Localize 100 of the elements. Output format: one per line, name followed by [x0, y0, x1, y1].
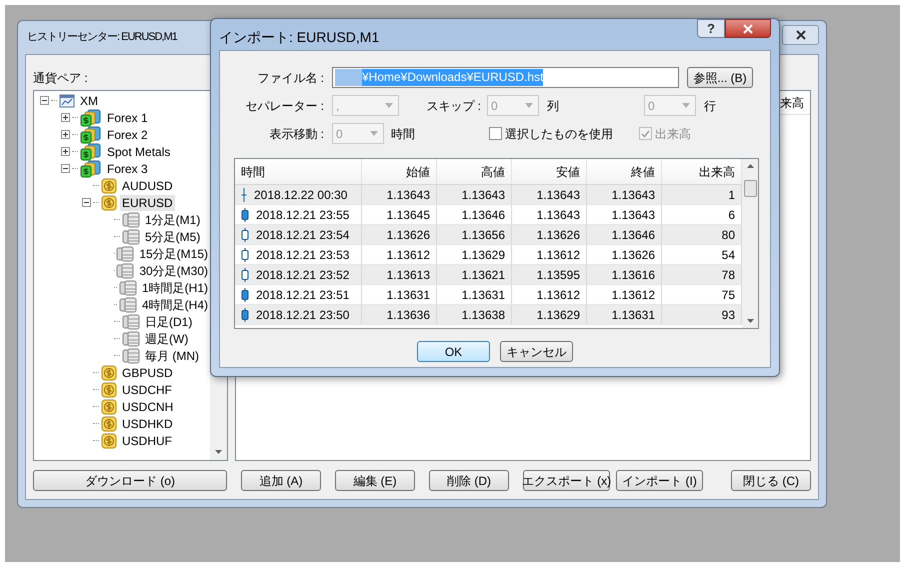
column-header[interactable]: 時間	[235, 159, 362, 184]
table-cell-text: 1.13612	[386, 246, 430, 264]
table-cell-text: 93	[722, 306, 735, 324]
tree-item[interactable]: USDCNH	[120, 398, 176, 414]
scroll-up-icon	[746, 164, 754, 168]
tree-item[interactable]: 30分足(M30)	[137, 262, 210, 278]
scroll-down-icon	[746, 319, 754, 323]
column-header[interactable]: 高値	[437, 159, 512, 184]
checkbox-option[interactable]: 選択したものを使用	[489, 124, 639, 142]
tree-item[interactable]: Forex 2	[105, 126, 150, 142]
collapse-toggle[interactable]	[60, 164, 70, 173]
tree-item[interactable]: 日足(D1)	[143, 314, 194, 330]
database-icon	[122, 314, 140, 330]
column-header[interactable]: 終値	[587, 159, 662, 184]
table-cell-text: 1.13629	[536, 306, 580, 324]
tree-item[interactable]: 1時間足(H1)	[140, 280, 210, 296]
scrollbar[interactable]	[742, 159, 758, 328]
table-cell-text: 1.13643	[612, 206, 655, 224]
scroll-down-icon	[215, 450, 222, 454]
tree-item[interactable]: 15分足(M15)	[137, 246, 210, 262]
table-cell-text: 1.13636	[386, 306, 430, 324]
dollar-coin-icon	[101, 432, 117, 448]
close-icon	[796, 30, 806, 40]
table-cell-text: 1.13645	[386, 206, 430, 224]
tree-item[interactable]: EURUSD	[120, 194, 175, 210]
tree-item[interactable]: AUDUSD	[120, 178, 175, 194]
database-icon	[118, 296, 137, 312]
collapse-toggle[interactable]	[40, 96, 48, 105]
tree-item[interactable]: 毎月 (MN)	[143, 348, 201, 364]
close-icon	[743, 24, 753, 34]
tree-item[interactable]: Spot Metals	[105, 144, 172, 160]
dialog-button[interactable]: キャンセル	[500, 341, 573, 362]
tree-item[interactable]: 5分足(M5)	[143, 228, 202, 244]
tree-label: 通貨ペア :	[33, 70, 88, 87]
column-header[interactable]: 安値	[512, 159, 587, 184]
action-button[interactable]: インポート (I)	[616, 470, 703, 491]
folder-dollar-icon	[80, 160, 102, 178]
table-cell-text: 1.13613	[386, 266, 430, 284]
filled-candle-icon	[241, 208, 249, 222]
collapse-toggle[interactable]	[82, 198, 90, 207]
table-cell-text: 1.13612	[536, 286, 580, 304]
table-cell-text: 1.13631	[386, 286, 430, 304]
table-cell-text: 1.13621	[462, 266, 505, 284]
scrollbar-thumb[interactable]	[744, 180, 756, 197]
action-button[interactable]: ダウンロード (o)	[33, 470, 227, 491]
table-cell-text: 2018.12.21 23:54	[256, 226, 350, 244]
separator-label: セパレーター :	[244, 98, 325, 114]
close-button[interactable]	[725, 19, 771, 38]
column-header[interactable]: 出来高	[662, 159, 742, 184]
dollar-coin-icon	[101, 194, 117, 210]
column-unit-label: 列	[547, 98, 559, 114]
row-unit-label: 行	[704, 98, 716, 114]
table-cell-text: 2018.12.21 23:52	[256, 266, 350, 284]
table-cell-text: 1.13612	[612, 286, 655, 304]
table-cell-text: 2018.12.21 23:53	[256, 246, 350, 264]
expand-toggle[interactable]	[60, 130, 70, 139]
tree-item[interactable]: XM	[78, 92, 100, 108]
tree-item[interactable]: USDHKD	[120, 416, 175, 432]
tree-item[interactable]: 4時間足(H4)	[140, 296, 210, 312]
tree-item[interactable]: Forex 1	[105, 110, 150, 126]
action-button[interactable]: 編集 (E)	[335, 470, 415, 491]
dropdown-caret-icon	[525, 103, 533, 108]
dialog-button[interactable]: OK	[417, 341, 490, 362]
hollow-candle-icon	[241, 248, 249, 262]
table-cell-text: 1.13626	[536, 226, 580, 244]
table-cell-text: 75	[722, 286, 735, 304]
tree-item[interactable]: Forex 3	[105, 160, 150, 176]
close-button[interactable]	[782, 24, 819, 44]
file-name-label: ファイル名 :	[256, 70, 325, 86]
action-button[interactable]: 追加 (A)	[241, 470, 321, 491]
action-button[interactable]: 閉じる (C)	[731, 470, 811, 491]
dollar-coin-icon	[101, 382, 117, 398]
action-button[interactable]: エクスポート (x)	[523, 470, 610, 491]
table-cell-text: 1.13646	[612, 226, 655, 244]
filled-candle-icon	[241, 308, 249, 322]
expand-toggle[interactable]	[60, 147, 70, 156]
expand-toggle[interactable]	[60, 113, 70, 122]
table-cell-text: 78	[722, 266, 735, 284]
browse-button[interactable]: 参照... (B)	[687, 67, 753, 88]
action-button[interactable]: 削除 (D)	[429, 470, 509, 491]
database-icon	[118, 280, 137, 296]
table-cell-text: 1.13631	[462, 286, 505, 304]
table-cell-text: 1.13643	[536, 206, 580, 224]
dropdown-caret-icon	[682, 103, 690, 108]
tree-item[interactable]: GBPUSD	[120, 364, 175, 380]
table-cell-text: 1.13626	[612, 246, 655, 264]
table-cell-text: 2018.12.21 23:55	[256, 206, 350, 224]
column-header[interactable]: 始値	[362, 159, 437, 184]
help-button[interactable]: ?	[697, 19, 725, 38]
tree-item[interactable]: USDHUF	[120, 432, 174, 448]
table-cell-text: 1.13638	[462, 306, 505, 324]
window-title: ヒストリーセンター: EURUSD,M1	[27, 30, 177, 46]
tree-item[interactable]: 1分足(M1)	[143, 212, 202, 228]
database-icon	[122, 228, 140, 244]
folder-dollar-icon	[80, 126, 102, 144]
table-cell-text: 1.13631	[612, 306, 655, 324]
tree-item[interactable]: USDCHF	[120, 382, 174, 398]
dollar-coin-icon	[101, 398, 117, 414]
checkbox[interactable]	[489, 127, 502, 140]
tree-item[interactable]: 週足(W)	[143, 330, 190, 346]
